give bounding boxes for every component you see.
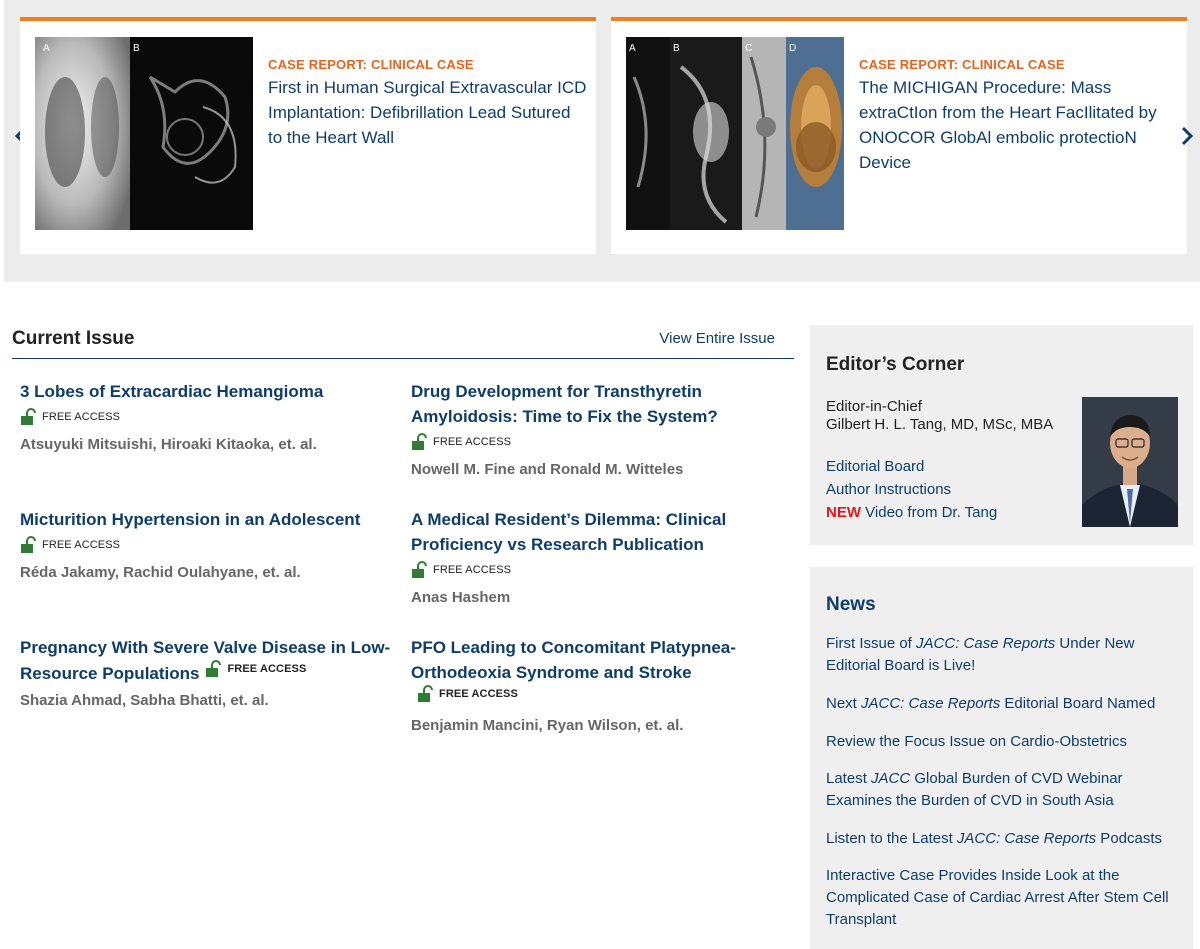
free-access-label: FREE ACCESS [42,539,121,551]
news-journal: JACC [871,770,911,787]
current-issue-heading: Current Issue [12,328,135,349]
free-access-badge: FREE ACCESS [411,561,783,579]
news-journal: JACC: Case Reports [956,830,1097,847]
article-title-wrap: PFO Leading to Concomitant Platypnea-Ort… [411,635,791,711]
card-2-kicker: CASE REPORT: CLINICAL CASE [859,57,1065,72]
panel-label: B [673,43,680,54]
article-title[interactable]: PFO Leading to Concomitant Platypnea-Ort… [411,638,736,682]
unlock-icon [21,408,36,425]
free-access-badge: FREE ACCESS [205,660,306,678]
news-text: Podcasts [1096,830,1163,847]
free-access-label: FREE ACCESS [433,436,512,448]
unlock-icon [418,685,433,702]
card-2-title[interactable]: The MICHIGAN Procedure: Mass extraCtIon … [859,75,1179,175]
news-text: Review the Focus Issue on Cardio-Obstetr… [826,733,1127,750]
card-1-kicker: CASE REPORT: CLINICAL CASE [268,57,474,72]
carousel-card-1[interactable]: A B CASE REPORT: CLINICAL CASE First in … [20,17,596,254]
author-instructions-link[interactable]: Author Instructions [826,481,951,498]
new-badge: NEW [826,504,861,521]
news-heading: News [826,594,876,615]
article-authors: Shazia Ahmad, Sabha Bhatti, et. al. [20,692,269,709]
unlock-icon [412,433,427,450]
editors-corner-panel: Editor’s Corner Editor-in-Chief Gilbert … [810,325,1193,545]
editor-photo [1082,397,1178,527]
article-item: A Medical Resident’s Dilemma: Clinical P… [411,507,783,606]
news-item[interactable]: First Issue of JACC: Case Reports Under … [826,633,1176,677]
article-item: Micturition Hypertension in an Adolescen… [20,507,392,581]
news-journal: JACC: Case Reports [916,635,1056,652]
panel-label: C [745,43,752,54]
article-item: 3 Lobes of Extracardiac Hemangioma FREE … [20,379,392,453]
free-access-badge: FREE ACCESS [20,536,392,554]
carousel-card-2[interactable]: A B C D CASE REPORT: CLINICAL CASE The M… [611,17,1187,254]
panel-label: B [133,43,140,54]
article-item: Drug Development for Transthyretin Amylo… [411,379,783,478]
panel-label: A [43,43,50,54]
panel-label: D [789,43,796,54]
editor-in-chief: Editor-in-Chief Gilbert H. L. Tang, MD, … [826,398,1053,434]
article-title[interactable]: A Medical Resident’s Dilemma: Clinical P… [411,507,783,557]
article-authors: Nowell M. Fine and Ronald M. Witteles [411,461,684,478]
free-access-badge: FREE ACCESS [411,433,783,451]
article-authors: Benjamin Mancini, Ryan Wilson, et. al. [411,717,684,734]
editor-role: Editor-in-Chief [826,398,922,415]
free-access-badge: FREE ACCESS [417,685,518,703]
article-authors: Réda Jakamy, Rachid Oulahyane, et. al. [20,564,301,581]
news-item[interactable]: Review the Focus Issue on Cardio-Obstetr… [826,731,1176,753]
news-text: Editorial Board Named [1000,695,1156,712]
news-item[interactable]: Interactive Case Provides Inside Look at… [826,865,1176,931]
card-1-image[interactable]: A B [35,37,253,230]
article-authors: Atsuyuki Mitsuishi, Hiroaki Kitaoka, et.… [20,436,317,453]
news-panel: News First Issue of JACC: Case Reports U… [810,567,1193,949]
news-item[interactable]: Latest JACC Global Burden of CVD Webinar… [826,768,1176,812]
news-item[interactable]: Next JACC: Case Reports Editorial Board … [826,693,1176,715]
editors-corner-heading: Editor’s Corner [826,354,965,375]
article-title[interactable]: Drug Development for Transthyretin Amylo… [411,379,783,429]
editor-name: Gilbert H. L. Tang, MD, MSc, MBA [826,416,1054,433]
free-access-label: FREE ACCESS [227,662,307,675]
news-item[interactable]: Listen to the Latest JACC: Case Reports … [826,828,1176,850]
article-item: Pregnancy With Severe Valve Disease in L… [20,635,392,709]
chevron-right-icon [1181,126,1194,146]
video-link[interactable]: NEW Video from Dr. Tang [826,504,997,521]
free-access-label: FREE ACCESS [439,687,518,700]
news-text: Next [826,695,862,712]
free-access-label: FREE ACCESS [42,411,121,423]
featured-carousel: A B CASE REPORT: CLINICAL CASE First in … [4,0,1200,282]
unlock-icon [21,536,36,553]
unlock-icon [412,561,427,578]
card-2-image[interactable]: A B C D [626,37,844,230]
article-authors: Anas Hashem [411,589,511,606]
carousel-next-button[interactable] [1177,122,1197,150]
news-text: Latest [826,770,872,787]
free-access-label: FREE ACCESS [433,564,512,576]
news-text: Interactive Case Provides Inside Look at… [826,867,1169,928]
news-text: First Issue of [826,635,917,652]
free-access-badge: FREE ACCESS [20,408,392,426]
news-journal: JACC: Case Reports [861,695,1001,712]
article-title-wrap: Pregnancy With Severe Valve Disease in L… [20,635,392,686]
view-entire-issue-link[interactable]: View Entire Issue [659,330,775,347]
article-item: PFO Leading to Concomitant Platypnea-Ort… [411,635,791,734]
article-title[interactable]: 3 Lobes of Extracardiac Hemangioma [20,379,392,404]
video-link-label: Video from Dr. Tang [865,504,998,521]
editorial-board-link[interactable]: Editorial Board [826,458,924,475]
unlock-icon [206,660,222,677]
current-issue-header: Current Issue View Entire Issue [12,324,794,359]
panel-label: A [629,43,636,54]
article-title[interactable]: Micturition Hypertension in an Adolescen… [20,507,392,532]
news-text: Listen to the Latest [826,830,957,847]
card-1-title[interactable]: First in Human Surgical Extravascular IC… [268,75,588,150]
